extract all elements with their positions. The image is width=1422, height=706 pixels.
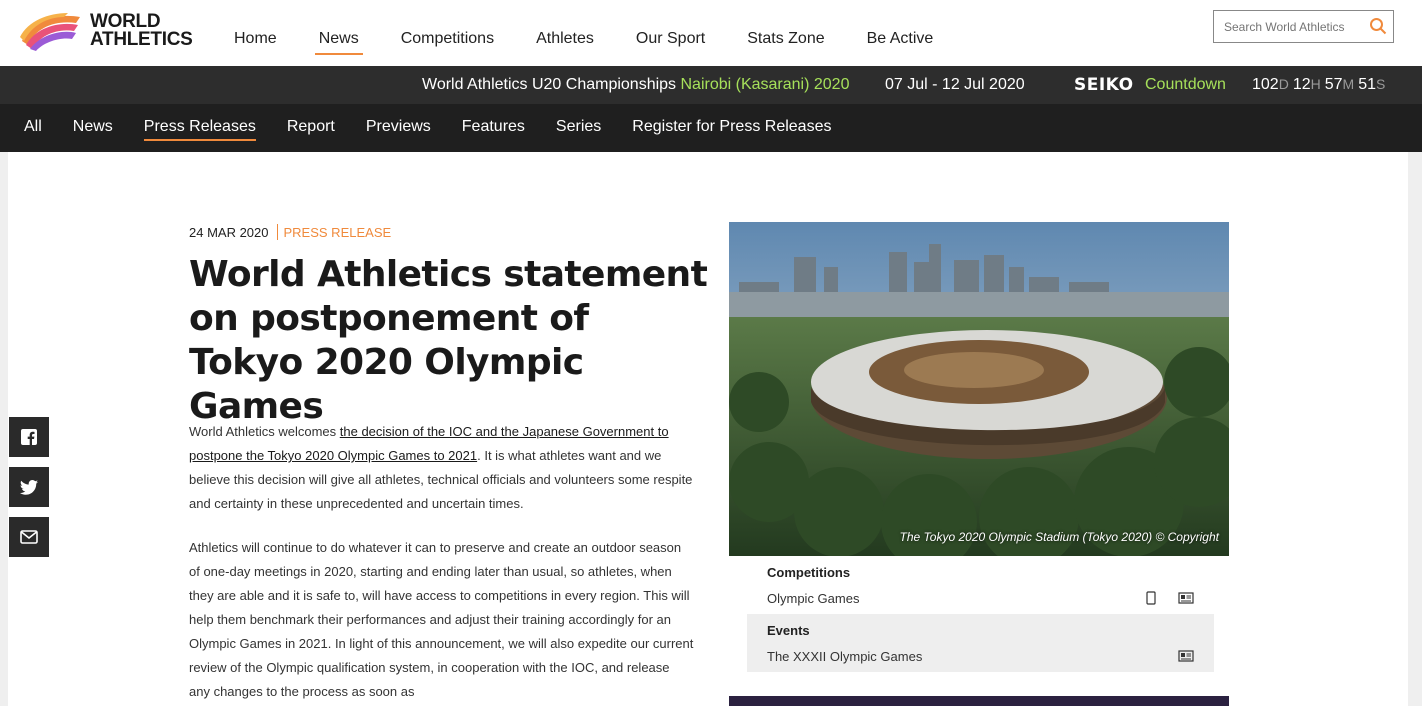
share-buttons [9,417,49,567]
main-nav-stats-zone[interactable]: Stats Zone [747,30,824,53]
events-block: Events The XXXII Olympic Games [747,614,1214,672]
news-sub-navigation: All News Press Releases Report Previews … [0,104,1422,152]
championship-name: World Athletics U20 Championships Nairob… [422,76,850,93]
sub-nav-news[interactable]: News [73,118,113,136]
sub-nav-all[interactable]: All [24,118,42,136]
sub-nav-register-press-releases[interactable]: Register for Press Releases [632,118,831,136]
next-section-banner [729,696,1229,706]
twitter-icon [20,479,38,495]
countdown-label: Countdown [1145,76,1226,93]
competition-name[interactable]: Olympic Games [767,591,859,606]
main-nav-athletes[interactable]: Athletes [536,30,594,53]
article-hero-image[interactable]: The Tokyo 2020 Olympic Stadium (Tokyo 20… [729,222,1229,556]
main-navigation: Home News Competitions Athletes Our Spor… [234,30,975,55]
main-nav-our-sport[interactable]: Our Sport [636,30,705,53]
related-info-panel: Competitions Olympic Games Events The XX… [747,556,1214,672]
share-twitter-button[interactable] [9,467,49,507]
main-nav-be-active[interactable]: Be Active [867,30,934,53]
sub-nav-previews[interactable]: Previews [366,118,431,136]
mobile-icon[interactable] [1146,591,1156,605]
main-nav-news[interactable]: News [314,30,363,55]
article-meta: 24 MAR 2020 PRESS RELEASE [189,224,391,240]
share-email-button[interactable] [9,517,49,557]
meta-divider [276,224,278,240]
news-icon[interactable] [1178,592,1194,604]
sub-nav-features[interactable]: Features [462,118,525,136]
search-input[interactable] [1214,11,1364,42]
world-athletics-logo-icon [20,13,80,51]
article-paragraph-1: World Athletics welcomes the decision of… [189,424,693,511]
sub-nav-press-releases[interactable]: Press Releases [143,118,256,141]
article-body: World Athletics welcomes the decision of… [189,420,694,706]
stadium-illustration [729,222,1229,556]
competitions-block: Competitions Olympic Games [747,556,1214,614]
search-box [1213,10,1394,43]
world-athletics-logo[interactable]: WORLD ATHLETICS [18,10,208,52]
site-header: WORLD ATHLETICS Home News Competitions A… [0,0,1422,66]
image-caption: The Tokyo 2020 Olympic Stadium (Tokyo 20… [899,530,1219,544]
competition-row[interactable]: Olympic Games [767,588,1194,608]
countdown-timer: 102D 12H 57M 51S [1252,76,1386,93]
event-row[interactable]: The XXXII Olympic Games [767,646,1194,666]
seiko-logo: SEIKO [1074,75,1134,95]
share-facebook-button[interactable] [9,417,49,457]
search-icon[interactable] [1369,17,1387,35]
sub-nav-series[interactable]: Series [556,118,601,136]
facebook-icon [21,429,37,445]
article-date: 24 MAR 2020 [189,224,269,240]
sub-nav-report[interactable]: Report [287,118,335,136]
event-name[interactable]: The XXXII Olympic Games [767,649,922,664]
events-title: Events [767,623,810,638]
article-category-tag[interactable]: PRESS RELEASE [284,225,392,240]
page-gutter-left [0,152,8,706]
email-icon [20,530,38,544]
news-icon[interactable] [1178,650,1194,662]
page-gutter-right [1408,152,1422,706]
main-nav-home[interactable]: Home [234,30,277,53]
logo-wordmark: WORLD ATHLETICS [90,11,193,50]
competitions-title: Competitions [767,565,851,580]
championship-venue: Nairobi (Kasarani) 2020 [680,76,850,93]
championship-banner[interactable]: World Athletics U20 Championships Nairob… [0,66,1422,104]
main-nav-competitions[interactable]: Competitions [401,30,494,53]
article-headline: World Athletics statement on postponemen… [189,254,708,427]
championship-dates: 07 Jul - 12 Jul 2020 [885,76,1025,93]
article-paragraph-2: Athletics will continue to do whatever i… [189,540,694,699]
